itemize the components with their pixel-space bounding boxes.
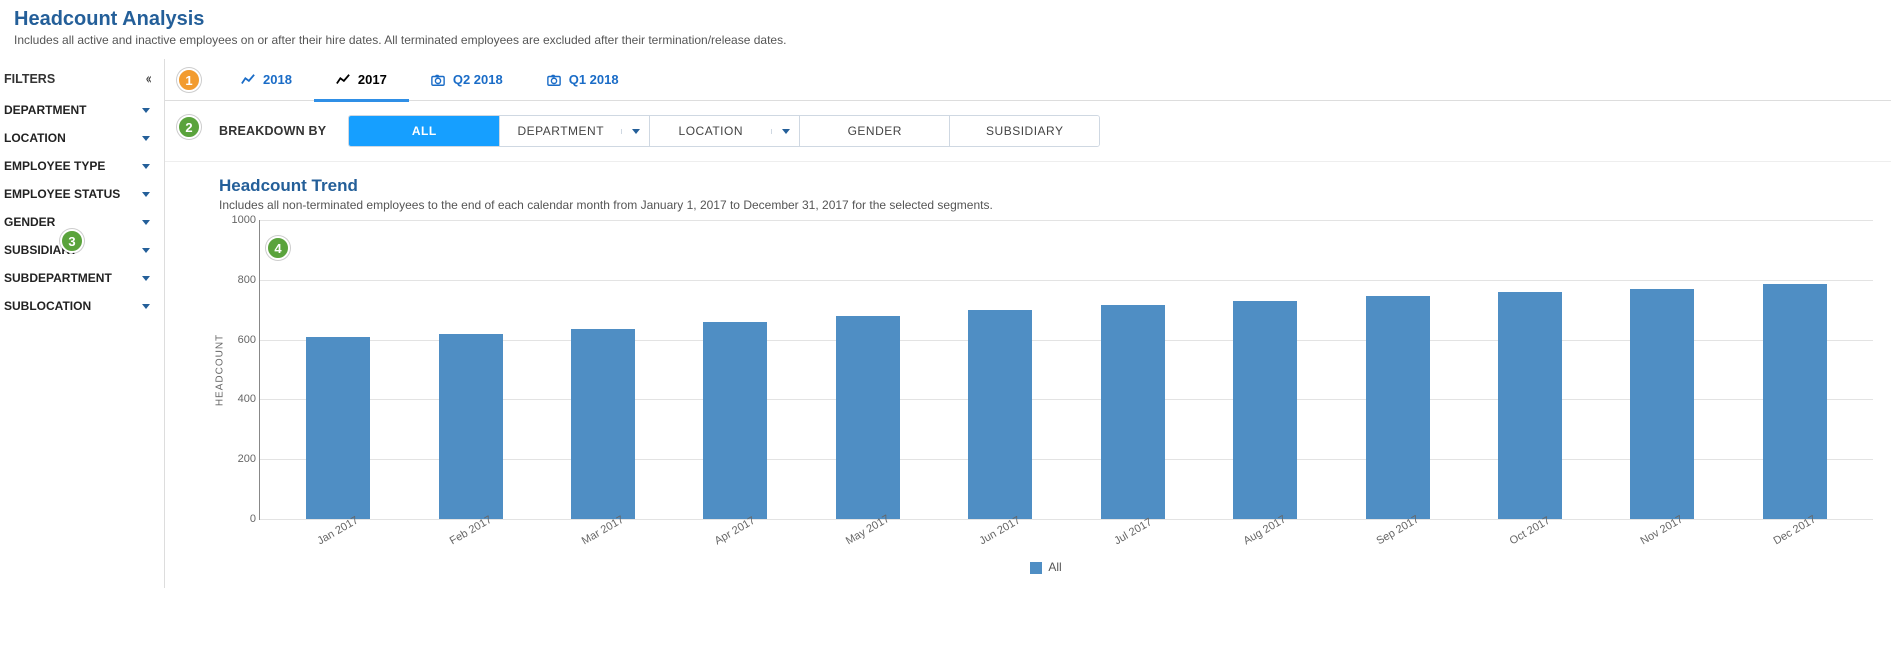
chart-subtitle: Includes all non-terminated employees to… (219, 198, 1873, 212)
breakdown-option-location[interactable]: LOCATION (649, 116, 799, 146)
tab-label: 2018 (263, 72, 292, 87)
y-tick: 600 (220, 334, 256, 346)
filter-label: SUBDEPARTMENT (4, 271, 112, 285)
x-tick: Jul 2017 (1112, 516, 1154, 547)
y-tick: 800 (220, 274, 256, 286)
callout-4: 4 (266, 236, 290, 260)
filter-label: SUBLOCATION (4, 299, 91, 313)
filter-item-subsidiary[interactable]: SUBSIDIARY (4, 236, 164, 264)
bar-dec-2017[interactable] (1763, 284, 1827, 519)
filter-item-employee-status[interactable]: EMPLOYEE STATUS (4, 180, 164, 208)
trend-icon (241, 73, 255, 87)
page-title: Headcount Analysis (14, 8, 1877, 31)
filter-label: GENDER (4, 215, 55, 229)
bar-oct-2017[interactable] (1498, 292, 1562, 519)
bar-nov-2017[interactable] (1630, 289, 1694, 519)
legend-label-all: All (1048, 560, 1061, 574)
breakdown-option-label: LOCATION (650, 124, 771, 138)
breakdown-option-label: DEPARTMENT (500, 124, 621, 138)
tab-q2-2018[interactable]: Q2 2018 (409, 59, 525, 101)
bar-sep-2017[interactable] (1366, 296, 1430, 519)
breakdown-option-label: ALL (349, 124, 499, 138)
chart-legend: All (219, 560, 1873, 574)
breakdown-option-gender[interactable]: GENDER (799, 116, 949, 146)
chart-title: Headcount Trend (219, 176, 1873, 196)
legend-swatch-all (1030, 562, 1042, 574)
tab-label: Q2 2018 (453, 72, 503, 87)
tab-label: Q1 2018 (569, 72, 619, 87)
bar-aug-2017[interactable] (1233, 301, 1297, 519)
bar-may-2017[interactable] (836, 316, 900, 519)
y-tick: 400 (220, 393, 256, 405)
callout-3: 3 (60, 229, 84, 253)
bar-mar-2017[interactable] (571, 329, 635, 519)
time-period-tabbar: 2018 2017 Q2 2018 Q1 2018 (165, 59, 1891, 101)
tab-label: 2017 (358, 72, 387, 87)
chevron-down-icon[interactable] (771, 129, 799, 134)
chevron-down-icon (142, 136, 150, 141)
breakdown-option-label: GENDER (800, 124, 949, 138)
chevron-down-icon (142, 220, 150, 225)
page-subtitle: Includes all active and inactive employe… (14, 33, 1877, 47)
breakdown-segmented: ALLDEPARTMENT LOCATION GENDERSUBSIDIARY (348, 115, 1100, 147)
filter-item-employee-type[interactable]: EMPLOYEE TYPE (4, 152, 164, 180)
filter-item-department[interactable]: DEPARTMENT (4, 96, 164, 124)
chevron-down-icon (142, 276, 150, 281)
y-tick: 1000 (220, 214, 256, 226)
filters-label: FILTERS (4, 72, 55, 86)
camera-icon (547, 73, 561, 87)
chevron-down-icon (142, 248, 150, 253)
filter-item-sublocation[interactable]: SUBLOCATION (4, 292, 164, 320)
bar-jun-2017[interactable] (968, 310, 1032, 519)
filter-label: DEPARTMENT (4, 103, 86, 117)
chevron-down-icon (142, 304, 150, 309)
breakdown-option-department[interactable]: DEPARTMENT (499, 116, 649, 146)
filter-item-gender[interactable]: GENDER (4, 208, 164, 236)
bar-feb-2017[interactable] (439, 334, 503, 519)
tab-2017[interactable]: 2017 (314, 59, 409, 101)
filter-item-subdepartment[interactable]: SUBDEPARTMENT (4, 264, 164, 292)
filter-label: EMPLOYEE STATUS (4, 187, 120, 201)
trend-icon (336, 73, 350, 87)
breakdown-option-subsidiary[interactable]: SUBSIDIARY (949, 116, 1099, 146)
headcount-bar-chart: 4 HEADCOUNT 02004006008001000 Jan 2017Fe… (259, 220, 1873, 520)
y-tick: 200 (220, 453, 256, 465)
chevron-down-icon (142, 192, 150, 197)
chevron-down-icon[interactable] (621, 129, 649, 134)
breakdown-option-all[interactable]: ALL (349, 116, 499, 146)
chevron-down-icon (142, 164, 150, 169)
filter-label: EMPLOYEE TYPE (4, 159, 105, 173)
tab-q1-2018[interactable]: Q1 2018 (525, 59, 641, 101)
y-tick: 0 (220, 513, 256, 525)
filters-sidebar: FILTERS « DEPARTMENT LOCATION EMPLOYEE TYP… (0, 59, 165, 588)
bar-jan-2017[interactable] (306, 337, 370, 519)
bar-apr-2017[interactable] (703, 322, 767, 519)
chevron-down-icon (142, 108, 150, 113)
filter-label: LOCATION (4, 131, 66, 145)
breakdown-label: BREAKDOWN BY (219, 124, 326, 138)
collapse-sidebar-icon[interactable]: « (146, 69, 152, 88)
filter-item-location[interactable]: LOCATION (4, 124, 164, 152)
callout-1: 1 (177, 68, 201, 92)
breakdown-option-label: SUBSIDIARY (950, 124, 1099, 138)
callout-2: 2 (177, 115, 201, 139)
bar-jul-2017[interactable] (1101, 305, 1165, 519)
camera-icon (431, 73, 445, 87)
tab-2018[interactable]: 2018 (219, 59, 314, 101)
